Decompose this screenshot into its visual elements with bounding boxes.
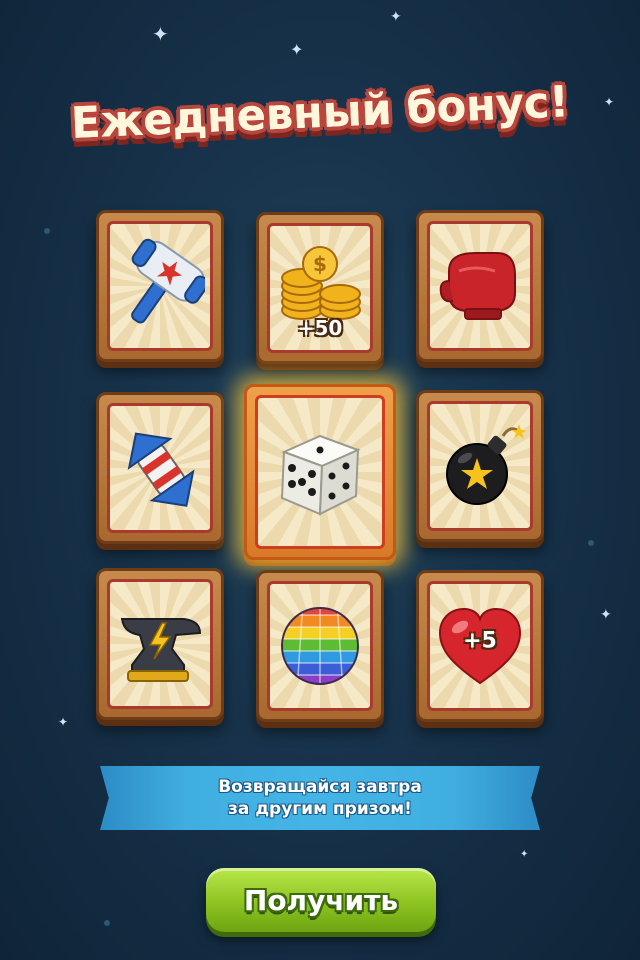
reward-card-hammer[interactable] <box>96 210 224 362</box>
hammer-icon <box>131 238 205 324</box>
reward-card-bomb[interactable] <box>416 390 544 542</box>
boxing-glove-icon <box>439 252 516 320</box>
sparkle-icon: ✦ <box>290 40 304 59</box>
banner-line-2: за другим призом! <box>228 799 412 819</box>
dice-icon <box>280 434 361 516</box>
rainbow-ball-icon <box>281 607 359 685</box>
svg-text:$: $ <box>313 252 327 276</box>
sparkle-dot <box>588 540 594 546</box>
claim-button[interactable]: Получить <box>206 868 436 932</box>
sparkle-dot <box>104 920 110 926</box>
sparkle-icon: ✦ <box>600 607 612 623</box>
sparkle-dot <box>44 228 50 234</box>
anvil-icon <box>120 618 202 682</box>
reward-card-heart[interactable]: +5 <box>416 570 544 722</box>
banner-line-1: Возвращайся завтра <box>218 777 422 797</box>
reward-card-dice[interactable] <box>244 384 396 560</box>
swap-icon <box>127 432 195 507</box>
reward-label: +50 <box>297 316 343 340</box>
sparkle-icon: ✦ <box>152 22 169 46</box>
reward-card-boxing-glove[interactable] <box>416 210 544 362</box>
reward-card-swap[interactable] <box>96 392 224 544</box>
reward-card-anvil[interactable] <box>96 568 224 720</box>
sparkle-icon: ✦ <box>520 849 529 860</box>
reward-card-coins[interactable]: $ +50 <box>256 212 384 364</box>
sparkle-icon: ✦ <box>58 715 69 729</box>
page-title: Ежедневный бонус! <box>70 77 570 149</box>
info-banner: Возвращайся завтра за другим призом! <box>100 766 540 830</box>
bomb-icon <box>446 424 525 505</box>
reward-label: +5 <box>463 628 497 654</box>
sparkle-icon: ✦ <box>390 9 402 25</box>
reward-card-rainbow-ball[interactable] <box>256 570 384 722</box>
